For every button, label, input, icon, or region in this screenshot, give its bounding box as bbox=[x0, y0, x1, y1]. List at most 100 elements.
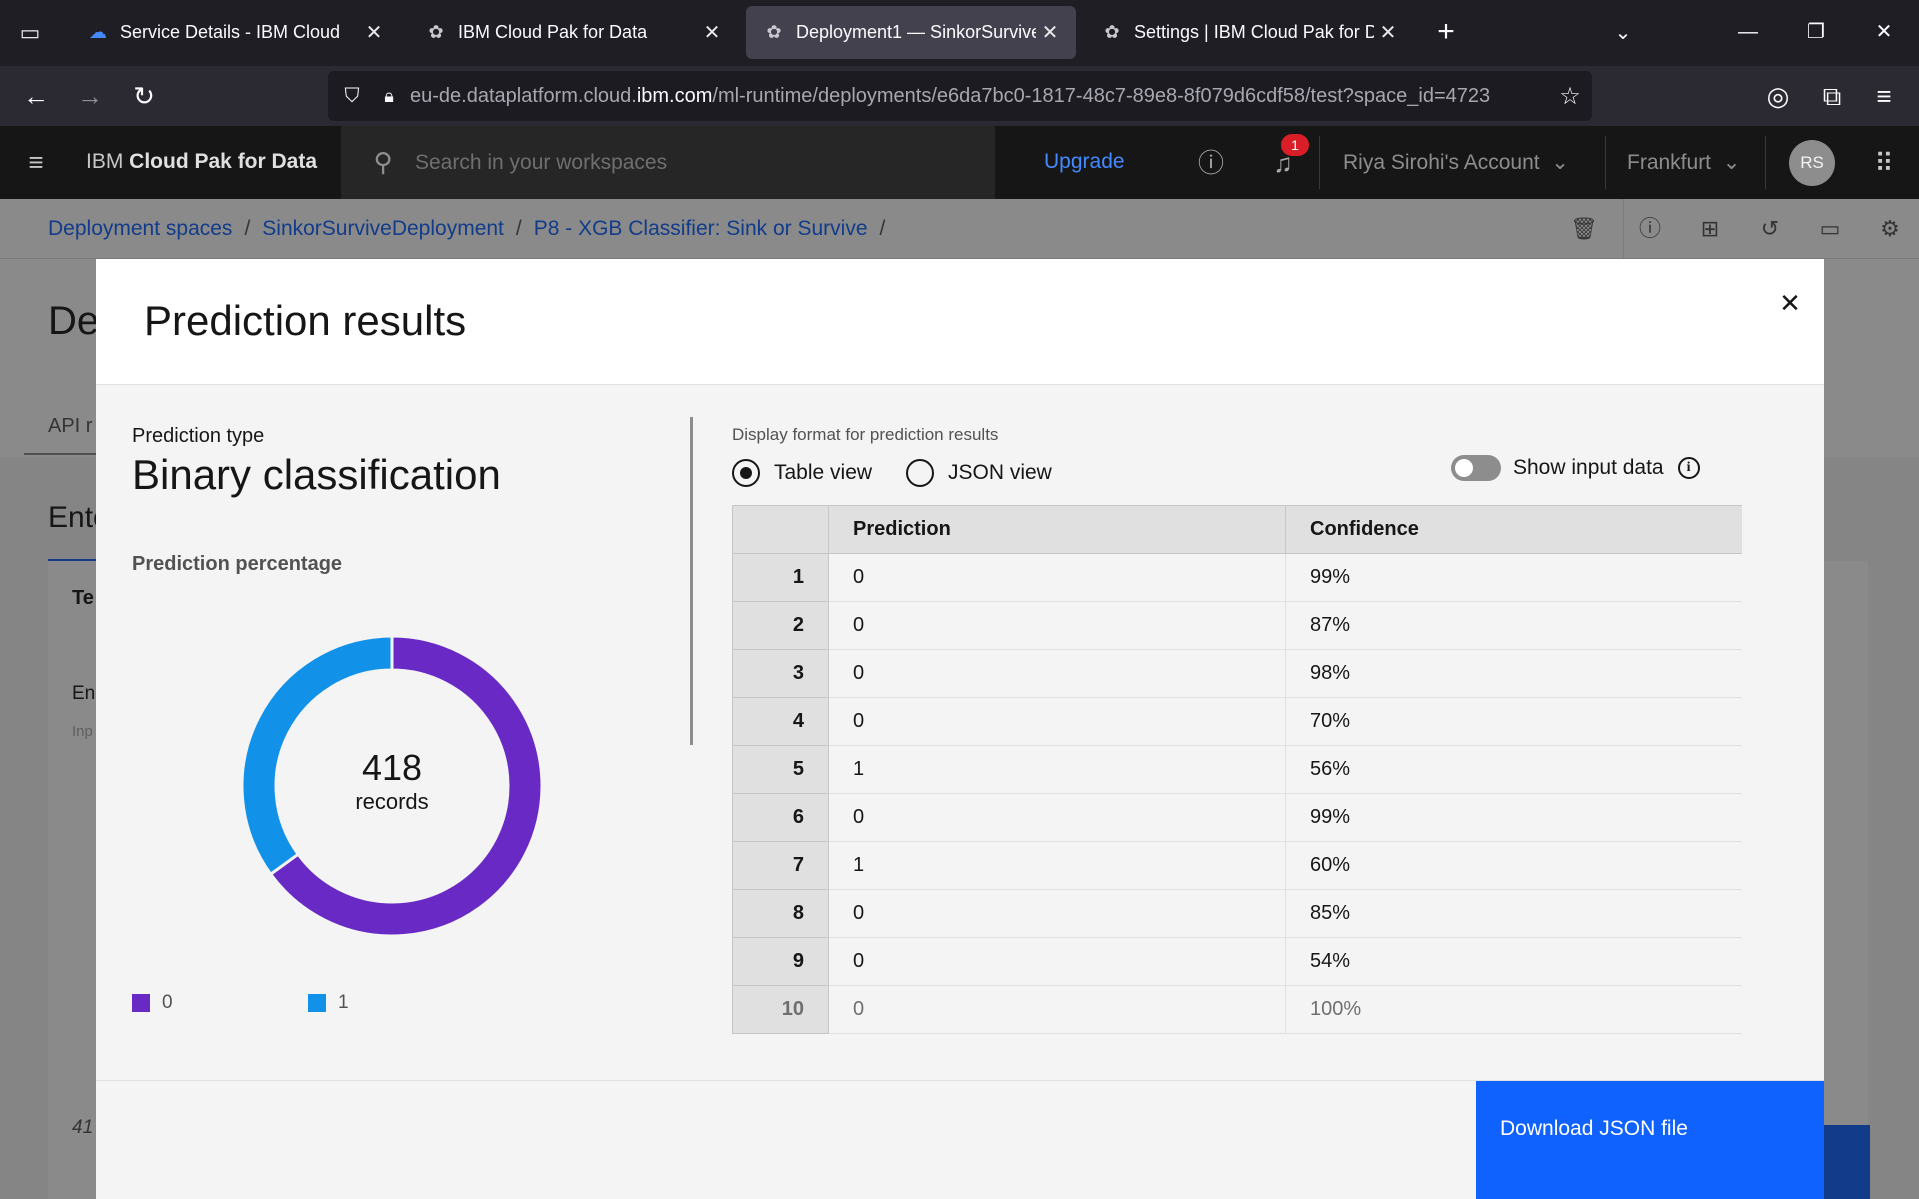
table-view-radio[interactable]: Table view bbox=[732, 459, 872, 487]
download-json-button[interactable]: Download JSON file bbox=[1476, 1081, 1824, 1199]
confidence-cell: 54% bbox=[1285, 937, 1742, 986]
confidence-cell: 100% bbox=[1285, 985, 1742, 1034]
row-index: 2 bbox=[732, 601, 829, 650]
close-tab-icon[interactable]: ✕ bbox=[360, 20, 388, 45]
prediction-cell: 0 bbox=[828, 985, 1286, 1034]
row-index: 8 bbox=[732, 889, 829, 938]
browser-tab-deployment1[interactable]: ✿ Deployment1 — SinkorSurviveD ✕ bbox=[746, 6, 1076, 59]
show-input-label: Show input data bbox=[1513, 456, 1664, 479]
close-window-icon[interactable]: ✕ bbox=[1862, 12, 1906, 52]
avatar[interactable]: RS bbox=[1789, 140, 1835, 186]
table-row[interactable]: 1 0 99% bbox=[732, 553, 1742, 602]
close-icon[interactable]: ✕ bbox=[1772, 285, 1808, 321]
table-row[interactable]: 3 0 98% bbox=[732, 649, 1742, 698]
confidence-cell: 99% bbox=[1285, 553, 1742, 602]
radio-checked-icon[interactable] bbox=[732, 459, 760, 487]
prediction-table: Prediction Confidence 1 0 99% 2 0 87% 3 0 98% 4 0 7… bbox=[732, 505, 1742, 1043]
prediction-cell: 0 bbox=[828, 601, 1286, 650]
upgrade-link[interactable]: Upgrade bbox=[1044, 150, 1125, 174]
help-icon[interactable]: ⓘ bbox=[1191, 144, 1231, 182]
tab-title: Service Details - IBM Cloud bbox=[120, 22, 341, 42]
close-tab-icon[interactable]: ✕ bbox=[1374, 20, 1402, 45]
prediction-cell: 1 bbox=[828, 745, 1286, 794]
row-index: 6 bbox=[732, 793, 829, 842]
notification-badge: 1 bbox=[1281, 134, 1309, 156]
table-row[interactable]: 6 0 99% bbox=[732, 793, 1742, 842]
prediction-cell: 1 bbox=[828, 841, 1286, 890]
prediction-percentage-label: Prediction percentage bbox=[132, 553, 343, 575]
browser-tab-service-details[interactable]: ☁ Service Details - IBM Cloud ✕ bbox=[70, 6, 400, 59]
workspace-search[interactable]: ⚲ bbox=[341, 126, 995, 199]
lock-icon[interactable]: 🔒︎ bbox=[372, 86, 406, 107]
close-tab-icon[interactable]: ✕ bbox=[1036, 20, 1064, 45]
shield-icon[interactable]: ⛉ bbox=[332, 85, 372, 108]
account-switcher[interactable]: Riya Sirohi's Account ⌄ bbox=[1343, 150, 1569, 175]
region-switcher[interactable]: Frankfurt ⌄ bbox=[1627, 150, 1740, 175]
app-switcher-icon[interactable]: ⠿ bbox=[1866, 146, 1902, 180]
confidence-cell: 99% bbox=[1285, 793, 1742, 842]
table-row[interactable]: 7 1 60% bbox=[732, 841, 1742, 890]
menu-icon[interactable]: ≡ bbox=[1864, 76, 1904, 116]
table-row[interactable]: 2 0 87% bbox=[732, 601, 1742, 650]
table-row[interactable]: 9 0 54% bbox=[732, 937, 1742, 986]
hamburger-menu-icon[interactable]: ≡ bbox=[18, 146, 54, 178]
table-row[interactable]: 5 1 56% bbox=[732, 745, 1742, 794]
index-header bbox=[732, 505, 829, 554]
donut-count: 418 bbox=[362, 747, 422, 788]
chevron-down-icon[interactable]: ⌄ bbox=[1607, 17, 1639, 49]
url-bar[interactable]: ⛉ 🔒︎ eu-de.dataplatform.cloud.ibm.com/ml… bbox=[328, 71, 1592, 121]
show-input-toggle-group: Show input data i bbox=[1451, 455, 1700, 481]
show-input-toggle[interactable] bbox=[1451, 455, 1501, 481]
row-index: 4 bbox=[732, 697, 829, 746]
table-row[interactable]: 10 0 100% bbox=[732, 985, 1742, 1034]
modal-title: Prediction results bbox=[144, 297, 467, 344]
ibm-cloud-icon: ☁ bbox=[89, 22, 107, 42]
url-text[interactable]: eu-de.dataplatform.cloud.ibm.com/ml-runt… bbox=[410, 85, 1548, 108]
prediction-header[interactable]: Prediction bbox=[828, 505, 1286, 554]
prediction-cell: 0 bbox=[828, 649, 1286, 698]
row-index: 5 bbox=[732, 745, 829, 794]
bookmark-star-icon[interactable]: ☆ bbox=[1548, 82, 1592, 111]
legend-item-0[interactable]: 0 bbox=[132, 992, 173, 1014]
back-icon[interactable]: ← bbox=[16, 76, 56, 116]
display-format-label: Display format for prediction results bbox=[732, 425, 999, 444]
tab-overview-icon[interactable]: ▭ bbox=[12, 17, 48, 49]
json-view-radio[interactable]: JSON view bbox=[906, 459, 1052, 487]
restore-icon[interactable]: ❐ bbox=[1794, 12, 1838, 52]
prediction-cell: 0 bbox=[828, 889, 1286, 938]
header-divider bbox=[1765, 136, 1766, 189]
prediction-cell: 0 bbox=[828, 793, 1286, 842]
radio-label[interactable]: JSON view bbox=[948, 461, 1052, 485]
radio-label[interactable]: Table view bbox=[774, 461, 872, 485]
prediction-type-value: Binary classification bbox=[132, 451, 501, 498]
prediction-cell: 0 bbox=[828, 697, 1286, 746]
confidence-cell: 70% bbox=[1285, 697, 1742, 746]
confidence-cell: 87% bbox=[1285, 601, 1742, 650]
prediction-results-modal: Prediction results ✕ Prediction type Bin… bbox=[96, 259, 1824, 1199]
confidence-cell: 98% bbox=[1285, 649, 1742, 698]
forward-icon[interactable]: → bbox=[70, 76, 110, 116]
bee-icon: ✿ bbox=[428, 22, 444, 42]
table-row[interactable]: 4 0 70% bbox=[732, 697, 1742, 746]
product-name[interactable]: IBM Cloud Pak for Data bbox=[86, 150, 317, 174]
info-icon[interactable]: i bbox=[1677, 457, 1700, 479]
close-tab-icon[interactable]: ✕ bbox=[698, 20, 726, 45]
table-row[interactable]: 8 0 85% bbox=[732, 889, 1742, 938]
legend-item-1[interactable]: 1 bbox=[308, 992, 349, 1014]
reload-icon[interactable]: ↻ bbox=[124, 76, 164, 116]
minimize-icon[interactable]: — bbox=[1726, 12, 1770, 52]
extensions-icon[interactable]: ⧉ bbox=[1812, 76, 1852, 116]
legend-swatch bbox=[308, 994, 326, 1012]
new-tab-icon[interactable]: + bbox=[1430, 17, 1462, 49]
bee-icon: ✿ bbox=[1104, 22, 1120, 42]
confidence-header[interactable]: Confidence bbox=[1285, 505, 1742, 554]
prediction-donut-chart: 418 records bbox=[240, 634, 544, 938]
legend-label: 1 bbox=[338, 992, 349, 1013]
panel-divider bbox=[690, 417, 693, 745]
search-input[interactable] bbox=[415, 150, 955, 175]
row-index: 7 bbox=[732, 841, 829, 890]
account-icon[interactable]: ◎ bbox=[1758, 76, 1798, 116]
radio-unchecked-icon[interactable] bbox=[906, 459, 934, 487]
browser-tab-cloud-pak[interactable]: ✿ IBM Cloud Pak for Data ✕ bbox=[408, 6, 738, 59]
browser-tab-settings[interactable]: ✿ Settings | IBM Cloud Pak for Dat ✕ bbox=[1084, 6, 1414, 59]
